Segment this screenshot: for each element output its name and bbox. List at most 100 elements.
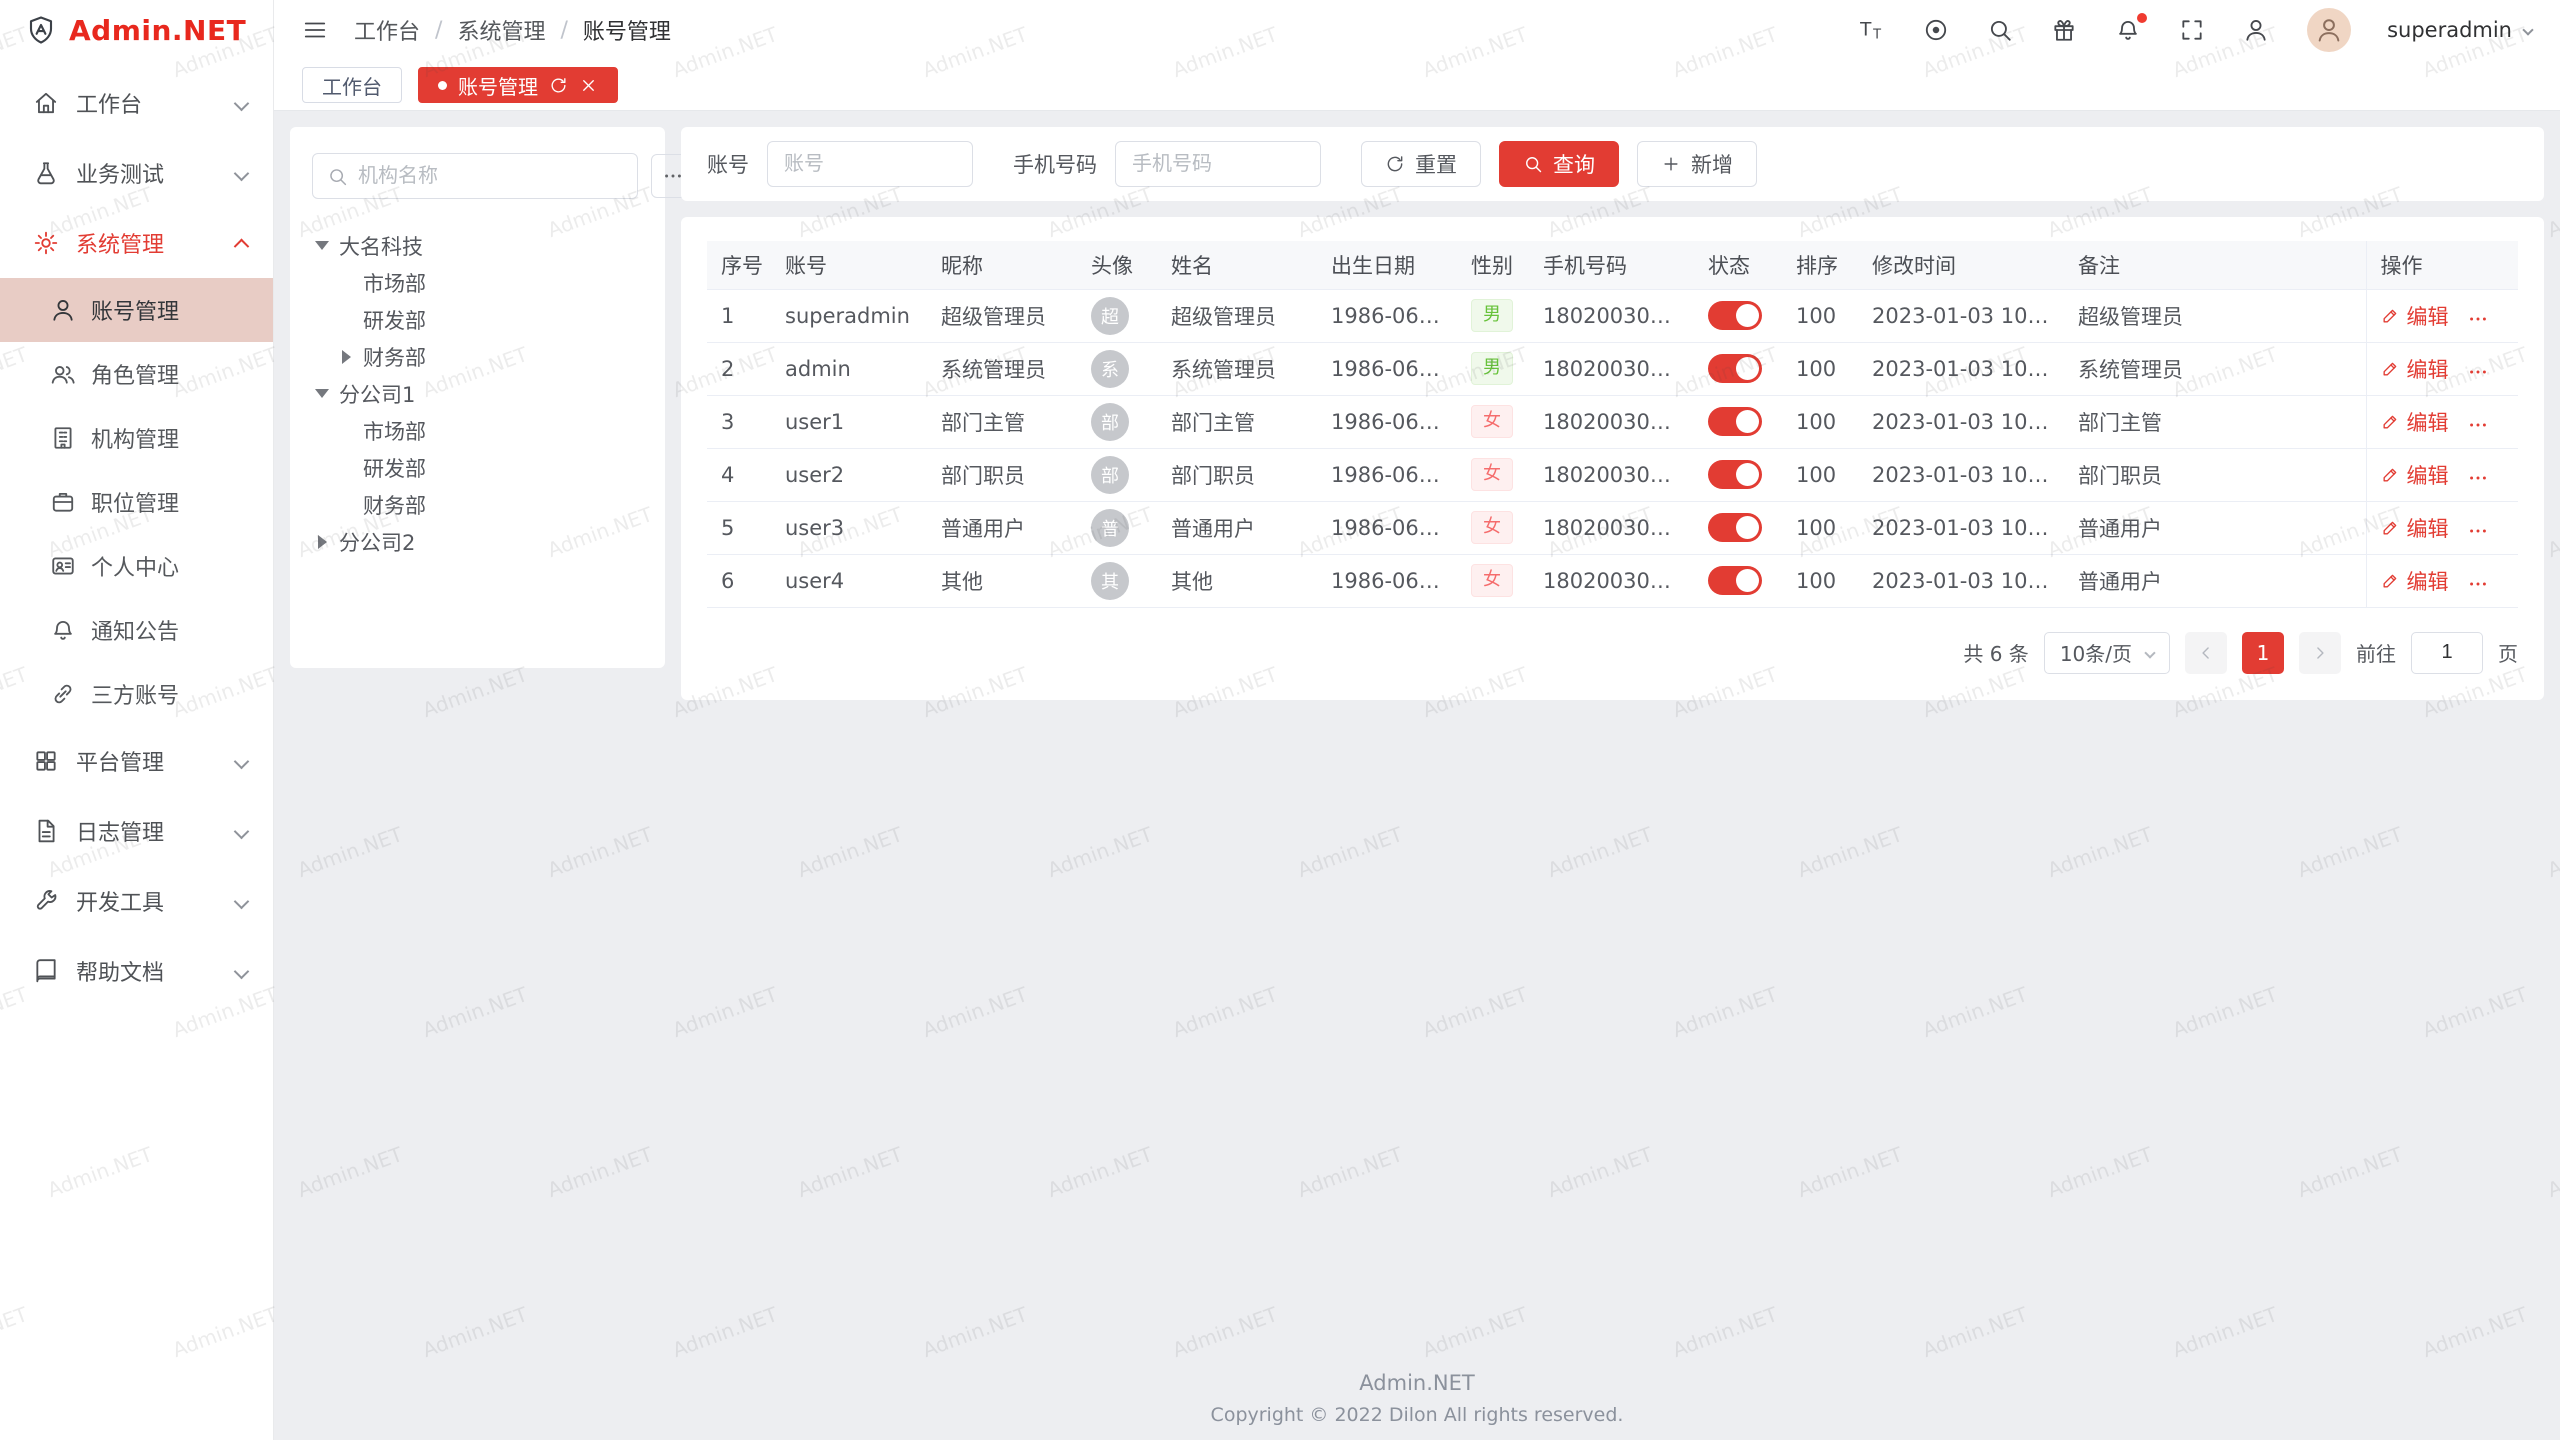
sidebar-item-platform-manage[interactable]: 平台管理	[0, 726, 273, 796]
tree-caret-icon[interactable]	[314, 389, 330, 398]
user-avatar[interactable]	[2307, 8, 2351, 52]
chevron-down-icon	[234, 823, 250, 839]
more-button[interactable]	[2467, 467, 2489, 489]
edit-button[interactable]: 编辑	[2381, 566, 2449, 596]
tree-caret-icon[interactable]	[314, 535, 330, 549]
avatar: 其	[1091, 562, 1129, 600]
tree-node[interactable]: 市场部	[312, 264, 643, 301]
phone-filter-input[interactable]	[1115, 141, 1321, 187]
sidebar-subitem-third-account[interactable]: 三方账号	[0, 662, 273, 726]
tree-node[interactable]: 研发部	[312, 301, 643, 338]
tree-node[interactable]: 分公司2	[312, 523, 643, 560]
tab-bar: 工作台 账号管理	[274, 60, 2560, 111]
fullscreen-icon[interactable]	[2179, 16, 2207, 44]
account-filter-input[interactable]	[767, 141, 973, 187]
cell-birthday: 1986-06-28	[1317, 501, 1457, 554]
tree-node[interactable]: 市场部	[312, 412, 643, 449]
user-menu[interactable]: superadmin	[2387, 18, 2532, 42]
sidebar-item-system-manage[interactable]: 系统管理	[0, 208, 273, 278]
edit-button[interactable]: 编辑	[2381, 407, 2449, 437]
page-size-select[interactable]: 10条/页	[2044, 632, 2170, 674]
edit-icon	[2381, 571, 2400, 590]
status-toggle[interactable]	[1708, 354, 1762, 383]
bell-icon[interactable]	[2115, 16, 2143, 44]
goto-page-input[interactable]	[2411, 632, 2483, 674]
status-toggle[interactable]	[1708, 460, 1762, 489]
cell-nickname: 部门职员	[927, 448, 1077, 501]
tree-node[interactable]: 研发部	[312, 449, 643, 486]
sidebar-subitem-account-manage[interactable]: 账号管理	[0, 278, 273, 342]
source-icon[interactable]	[1923, 16, 1951, 44]
tree-node[interactable]: 财务部	[312, 338, 643, 375]
reset-button[interactable]: 重置	[1361, 141, 1481, 187]
cell-name: 普通用户	[1157, 501, 1317, 554]
cell-name: 部门主管	[1157, 395, 1317, 448]
sidebar-item-log-manage[interactable]: 日志管理	[0, 796, 273, 866]
sidebar-subitem-notice[interactable]: 通知公告	[0, 598, 273, 662]
cell-birthday: 1986-06-28	[1317, 554, 1457, 607]
breadcrumb-item-account[interactable]: 账号管理	[583, 14, 671, 46]
account-filter-label: 账号	[707, 149, 749, 179]
gender-badge: 女	[1471, 458, 1513, 490]
edit-icon	[2381, 465, 2400, 484]
prev-page-button[interactable]	[2185, 632, 2227, 674]
cell-no: 6	[707, 554, 771, 607]
header-actions: TT superadmin	[1859, 8, 2532, 52]
status-toggle[interactable]	[1708, 407, 1762, 436]
table-row: 4user2部门职员部部门职员1986-06-28女18020030720100…	[707, 448, 2518, 501]
org-search-input[interactable]	[358, 165, 623, 188]
sidebar-item-label: 开发工具	[76, 885, 164, 917]
status-toggle[interactable]	[1708, 513, 1762, 542]
sidebar-subitem-label: 通知公告	[91, 614, 179, 646]
sidebar-subitem-personal-center[interactable]: 个人中心	[0, 534, 273, 598]
status-toggle[interactable]	[1708, 566, 1762, 595]
sidebar-item-help-docs[interactable]: 帮助文档	[0, 936, 273, 1006]
sidebar-item-dev-tools[interactable]: 开发工具	[0, 866, 273, 936]
add-button[interactable]: 新增	[1637, 141, 1757, 187]
page-1-button[interactable]: 1	[2242, 632, 2284, 674]
tab-refresh-icon[interactable]	[549, 76, 568, 95]
edit-button[interactable]: 编辑	[2381, 354, 2449, 384]
org-tree-list: 大名科技市场部研发部财务部分公司1市场部研发部财务部分公司2	[312, 227, 643, 560]
edit-button[interactable]: 编辑	[2381, 513, 2449, 543]
tab-workbench[interactable]: 工作台	[302, 67, 402, 103]
tree-node[interactable]: 财务部	[312, 486, 643, 523]
more-button[interactable]	[2467, 361, 2489, 383]
status-toggle[interactable]	[1708, 301, 1762, 330]
more-button[interactable]	[2467, 414, 2489, 436]
tree-caret-icon[interactable]	[338, 350, 354, 364]
sidebar-item-workbench[interactable]: 工作台	[0, 68, 273, 138]
building-icon	[50, 425, 76, 451]
tree-node-label: 市场部	[363, 268, 426, 298]
more-button[interactable]	[2467, 308, 2489, 330]
breadcrumb-item-workbench[interactable]: 工作台	[354, 14, 420, 46]
breadcrumb-item-system[interactable]: 系统管理	[457, 14, 545, 46]
font-size-icon[interactable]: TT	[1859, 16, 1887, 44]
table-header-row: 序号账号昵称头像姓名出生日期性别手机号码状态排序修改时间备注操作	[707, 241, 2518, 289]
search-icon[interactable]	[1987, 16, 2015, 44]
cell-avatar: 超	[1077, 289, 1157, 342]
tree-node[interactable]: 大名科技	[312, 227, 643, 264]
more-button[interactable]	[2467, 573, 2489, 595]
tab-account-manage[interactable]: 账号管理	[418, 67, 618, 103]
more-button[interactable]	[2467, 520, 2489, 542]
edit-button[interactable]: 编辑	[2381, 460, 2449, 490]
tree-node[interactable]: 分公司1	[312, 375, 643, 412]
menu-toggle-icon[interactable]	[302, 16, 330, 44]
tab-close-icon[interactable]	[579, 76, 598, 95]
sidebar-subitem-org-manage[interactable]: 机构管理	[0, 406, 273, 470]
table-row: 5user3普通用户普普通用户1986-06-28女18020030720100…	[707, 501, 2518, 554]
edit-button[interactable]: 编辑	[2381, 301, 2449, 331]
query-button[interactable]: 查询	[1499, 141, 1619, 187]
column-header: 备注	[2064, 241, 2366, 289]
tree-caret-icon[interactable]	[314, 241, 330, 250]
next-page-button[interactable]	[2299, 632, 2341, 674]
sidebar-subitem-role-manage[interactable]: 角色管理	[0, 342, 273, 406]
gift-icon[interactable]	[2051, 16, 2079, 44]
sidebar-subitem-position-manage[interactable]: 职位管理	[0, 470, 273, 534]
sidebar-item-business-test[interactable]: 业务测试	[0, 138, 273, 208]
phone-filter-label: 手机号码	[1013, 149, 1097, 179]
user-icon[interactable]	[2243, 16, 2271, 44]
edit-icon	[2381, 359, 2400, 378]
cell-status	[1694, 554, 1782, 607]
